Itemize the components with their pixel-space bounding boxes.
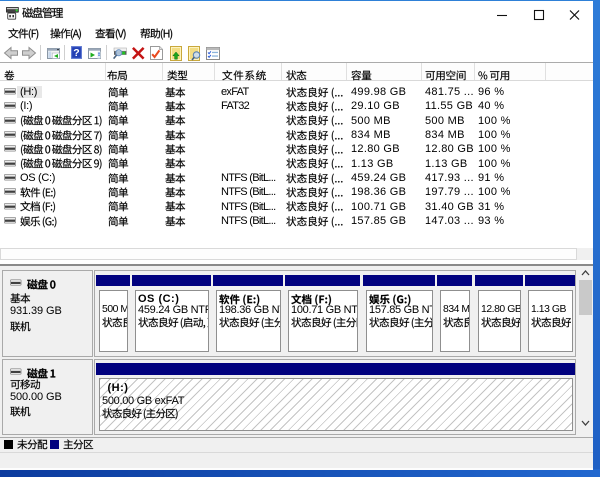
svg-text:?: ? (73, 47, 79, 59)
